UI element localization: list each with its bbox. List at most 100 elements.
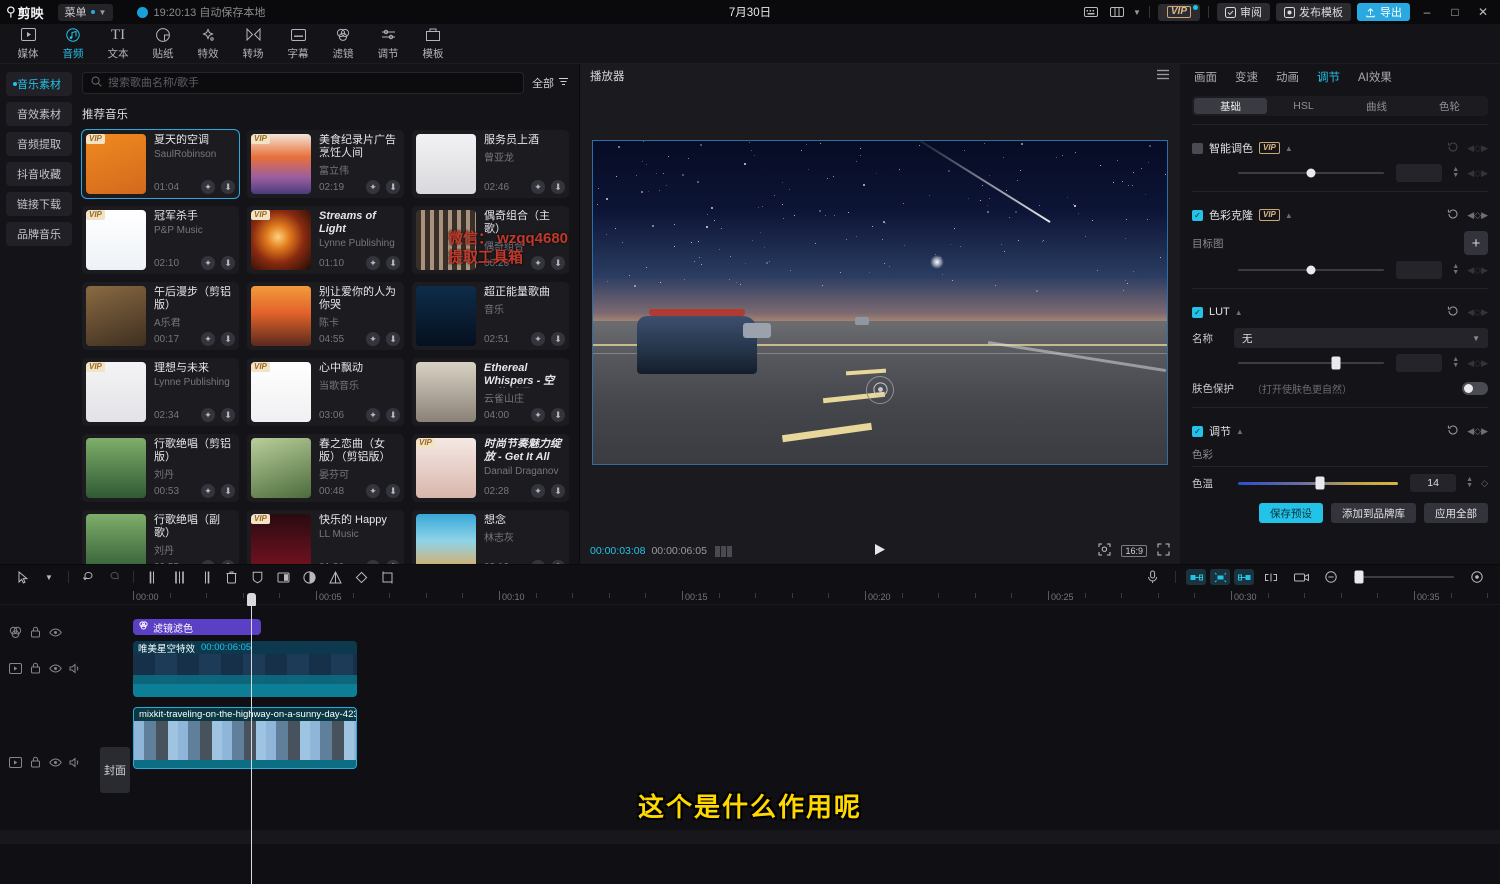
tab-speed[interactable]: 变速	[1235, 69, 1258, 85]
filter-button[interactable]: 全部	[532, 75, 569, 91]
tab-filter[interactable]: 滤镜	[321, 25, 365, 63]
slider-knob[interactable]	[1332, 357, 1341, 370]
tab-effects[interactable]: 特效	[186, 25, 230, 63]
lock-icon[interactable]	[28, 661, 42, 675]
sidebar-item-music[interactable]: 音乐素材	[6, 72, 72, 96]
play-button[interactable]	[874, 543, 886, 559]
timeline-clip-effect[interactable]: 滤镜滤色	[133, 619, 261, 635]
music-card[interactable]: VIP快乐的 HappyLL Music01:30✦⬇	[247, 510, 404, 564]
music-card[interactable]: 午后漫步（剪铝版） A乐君 00:17 ✦ ⬇	[82, 282, 239, 350]
stepper-icon[interactable]: ▲ ▼	[1452, 264, 1459, 276]
music-card[interactable]: 春之恋曲（女版）（剪铝版） 晏芬可 00:48 ✦ ⬇	[247, 434, 404, 502]
star-icon[interactable]: ✦	[531, 560, 545, 564]
delete-tool-icon[interactable]	[218, 567, 244, 587]
tab-audio[interactable]: 音频	[51, 25, 95, 63]
star-icon[interactable]: ✦	[201, 560, 215, 564]
tab-adjustment[interactable]: 调节	[1317, 69, 1340, 85]
music-card[interactable]: 行歌绝唱（剪铝版） 刘丹 00:53 ✦ ⬇	[82, 434, 239, 502]
preview-icon[interactable]	[1288, 567, 1314, 587]
mute-icon[interactable]	[68, 755, 82, 769]
music-card[interactable]: VIP 夏天的空调 SaulRobinson 01:04 ✦ ⬇	[82, 130, 239, 198]
star-icon[interactable]: ✦	[366, 484, 380, 498]
undo-tool-icon[interactable]	[75, 567, 101, 587]
subtab-basic[interactable]: 基础	[1194, 98, 1267, 114]
search-box[interactable]	[82, 72, 524, 94]
star-icon[interactable]: ✦	[531, 256, 545, 270]
music-card[interactable]: 别让爱你的人为你哭 陈卡 04:55 ✦ ⬇	[247, 282, 404, 350]
star-icon[interactable]: ✦	[366, 560, 380, 564]
keyframe-icon[interactable]: ◀◇▶	[1467, 168, 1488, 179]
stepper-icon[interactable]: ▲ ▼	[1452, 357, 1459, 369]
keyframe-icon[interactable]: ◀◇▶	[1467, 426, 1488, 437]
star-icon[interactable]: ✦	[531, 332, 545, 346]
tab-adjust[interactable]: 调节	[366, 25, 410, 63]
stepper-icon[interactable]: ▲ ▼	[1452, 167, 1459, 179]
music-card[interactable]: VIP 理想与未来 Lynne Publishing 02:34 ✦ ⬇	[82, 358, 239, 426]
download-icon[interactable]: ⬇	[551, 180, 565, 194]
reset-icon[interactable]	[1447, 141, 1459, 156]
download-icon[interactable]: ⬇	[386, 180, 400, 194]
layout-icon[interactable]	[1107, 4, 1127, 20]
color-clone-strength-value[interactable]	[1396, 261, 1442, 279]
music-card[interactable]: VIP Streams of Light Lynne Publishing 01:10…	[247, 206, 404, 274]
tab-ai-effects[interactable]: AI效果	[1358, 69, 1392, 85]
vip-button[interactable]: VIP	[1158, 4, 1200, 21]
aspect-ratio-badge[interactable]: 16:9	[1121, 545, 1147, 557]
zoom-slider[interactable]	[1354, 576, 1454, 578]
star-icon[interactable]: ✦	[201, 180, 215, 194]
menu-button[interactable]: 菜单 ▼	[58, 4, 114, 21]
lut-name-select[interactable]: 无 ▼	[1234, 328, 1488, 348]
save-preset-button[interactable]: 保存预设	[1259, 503, 1323, 523]
download-icon[interactable]: ⬇	[221, 560, 235, 564]
subtab-hsl[interactable]: HSL	[1267, 98, 1340, 114]
trim-start-tool-icon[interactable]	[166, 567, 192, 587]
tab-template[interactable]: 模板	[411, 25, 455, 63]
download-icon[interactable]: ⬇	[551, 484, 565, 498]
slider-knob[interactable]	[1315, 477, 1324, 490]
music-card[interactable]: VIP 心中飘动 当歌音乐 03:06 ✦ ⬇	[247, 358, 404, 426]
lut-strength-value[interactable]	[1396, 354, 1442, 372]
reset-icon[interactable]	[1447, 424, 1459, 439]
reset-icon[interactable]	[1447, 305, 1459, 320]
color-clone-strength-slider[interactable]	[1238, 269, 1384, 271]
mic-icon[interactable]	[1139, 567, 1165, 587]
download-icon[interactable]: ⬇	[221, 408, 235, 422]
lock-icon[interactable]	[28, 755, 42, 769]
apply-all-button[interactable]: 应用全部	[1424, 503, 1488, 523]
download-icon[interactable]: ⬇	[386, 484, 400, 498]
maximize-button[interactable]: □	[1444, 3, 1466, 21]
download-icon[interactable]: ⬇	[386, 332, 400, 346]
select-tool-icon[interactable]	[10, 567, 36, 587]
add-target-image-button[interactable]: +	[1464, 231, 1488, 255]
keyboard-icon[interactable]	[1081, 4, 1101, 20]
smart-color-strength-value[interactable]	[1396, 164, 1442, 182]
download-icon[interactable]: ⬇	[221, 256, 235, 270]
download-icon[interactable]: ⬇	[551, 332, 565, 346]
review-button[interactable]: 审阅	[1217, 3, 1270, 21]
music-card[interactable]: Ethereal Whispers - 空灵的低语云雀山庄04:00✦⬇	[412, 358, 569, 426]
tab-caption[interactable]: 字幕	[276, 25, 320, 63]
timeline-clip-starry[interactable]: 唯美星空特效 00:00:06:05	[133, 641, 357, 697]
sidebar-item-audio-extract[interactable]: 音频提取	[6, 132, 72, 156]
tab-media[interactable]: 媒体	[6, 25, 50, 63]
zoom-fit-icon[interactable]	[1098, 543, 1111, 559]
star-icon[interactable]: ✦	[366, 332, 380, 346]
chevron-up-icon[interactable]: ▲	[1285, 211, 1293, 220]
tab-animation[interactable]: 动画	[1276, 69, 1299, 85]
keyframe-icon[interactable]: ◇	[1481, 478, 1488, 489]
zoom-out-icon[interactable]	[1318, 567, 1344, 587]
skin-protect-toggle[interactable]	[1462, 382, 1488, 395]
download-icon[interactable]: ⬇	[386, 560, 400, 564]
download-icon[interactable]: ⬇	[551, 560, 565, 564]
keyframe-icon[interactable]: ◀◇▶	[1467, 143, 1488, 154]
sidebar-item-sound-effects[interactable]: 音效素材	[6, 102, 72, 126]
star-icon[interactable]: ✦	[201, 332, 215, 346]
keyframe-icon[interactable]: ◀◇▶	[1467, 265, 1488, 276]
sidebar-item-douyin-favorites[interactable]: 抖音收藏	[6, 162, 72, 186]
select-tool-chevron-icon[interactable]: ▼	[36, 567, 62, 587]
subtab-color-wheel[interactable]: 色轮	[1413, 98, 1486, 114]
keyframe-icon[interactable]: ◀◇▶	[1467, 307, 1488, 318]
tab-picture[interactable]: 画面	[1194, 69, 1217, 85]
slider-knob[interactable]	[1355, 571, 1364, 584]
star-icon[interactable]: ✦	[366, 408, 380, 422]
